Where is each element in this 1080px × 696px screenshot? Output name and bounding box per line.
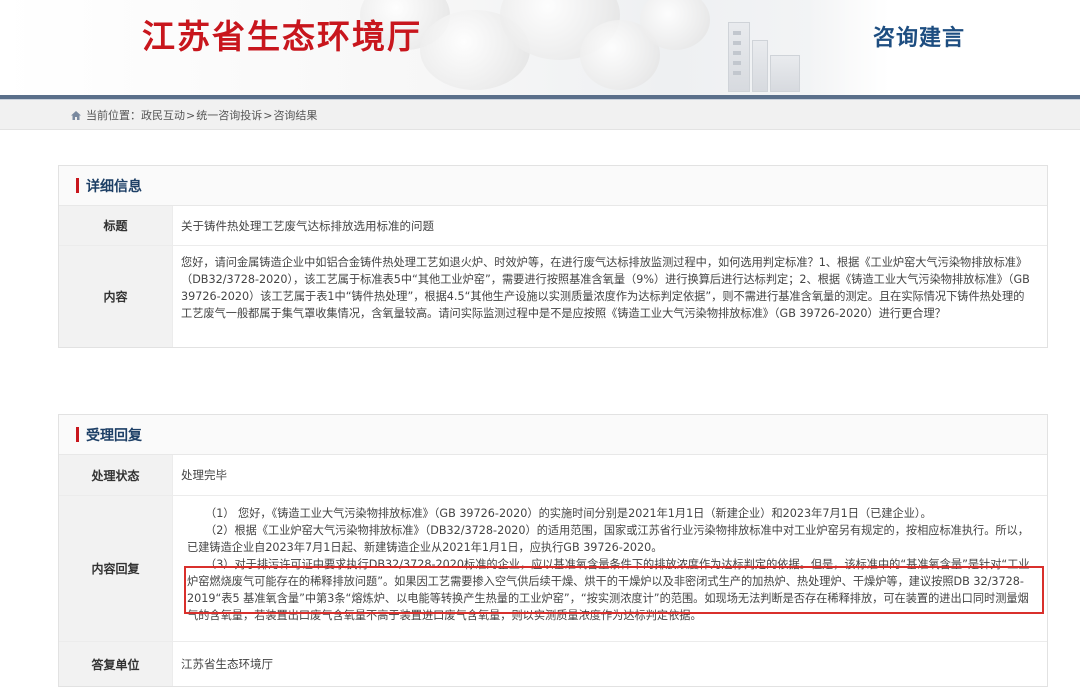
detail-panel-header: 详细信息	[59, 166, 1047, 206]
home-icon	[71, 110, 81, 120]
detail-title-row: 标题 关于铸件热处理工艺废气达标排放选用标准的问题	[59, 206, 1047, 246]
breadcrumb-item-result[interactable]: 咨询结果	[273, 107, 317, 123]
section-marker	[76, 427, 79, 442]
section-marker	[76, 178, 79, 193]
reply-unit-row: 答复单位 江苏省生态环境厅	[59, 642, 1047, 686]
content-label: 内容	[59, 246, 173, 347]
detail-heading: 详细信息	[86, 178, 142, 195]
header-banner: 江苏省生态环境厅 咨询建言	[0, 0, 1080, 95]
site-title[interactable]: 江苏省生态环境厅	[142, 10, 422, 58]
reply-paragraph: （3）对于排污许可证中要求执行DB32/3728-2020标准的企业，应以基准氧…	[187, 558, 1030, 622]
title-label: 标题	[59, 206, 173, 245]
reply-status-row: 处理状态 处理完毕	[59, 455, 1047, 496]
breadcrumb-item-consult[interactable]: 统一咨询投诉	[196, 107, 262, 123]
breadcrumb-separator: >	[186, 108, 196, 122]
building-decoration	[752, 40, 768, 92]
breadcrumb-item-interaction[interactable]: 政民互动	[141, 107, 185, 123]
reply-panel-header: 受理回复	[59, 415, 1047, 455]
section-name: 咨询建言	[873, 26, 966, 51]
detail-panel: 详细信息 标题 关于铸件热处理工艺废气达标排放选用标准的问题 内容 您好，请问金…	[58, 165, 1048, 348]
title-value: 关于铸件热处理工艺废气达标排放选用标准的问题	[181, 218, 434, 233]
reply-paragraph: （2）根据《工业炉窑大气污染物排放标准》（DB32/3728-2020）的适用范…	[187, 524, 1029, 554]
status-value: 处理完毕	[181, 468, 227, 482]
breadcrumb-prefix: 当前位置：	[86, 109, 141, 122]
reply-content-value: （1） 您好，《铸造工业大气污染物排放标准》（GB 39726-2020）的实施…	[173, 496, 1047, 641]
reply-paragraph: （1） 您好，《铸造工业大气污染物排放标准》（GB 39726-2020）的实施…	[205, 507, 932, 520]
content-value: 您好，请问金属铸造企业中如铝合金铸件热处理工艺如退火炉、时效炉等，在进行废气达标…	[181, 256, 1030, 320]
breadcrumb: 当前位置： 政民互动 > 统一咨询投诉 > 咨询结果	[70, 107, 317, 123]
reply-content-label: 内容回复	[59, 496, 173, 641]
status-label: 处理状态	[59, 455, 173, 495]
unit-label: 答复单位	[59, 642, 173, 686]
building-decoration	[728, 22, 750, 92]
detail-content-row: 内容 您好，请问金属铸造企业中如铝合金铸件热处理工艺如退火炉、时效炉等，在进行废…	[59, 246, 1047, 347]
building-decoration	[770, 55, 800, 92]
reply-content-row: 内容回复 （1） 您好，《铸造工业大气污染物排放标准》（GB 39726-202…	[59, 496, 1047, 642]
breadcrumb-separator: >	[263, 108, 273, 122]
unit-value: 江苏省生态环境厅	[181, 657, 273, 671]
reply-heading: 受理回复	[86, 427, 142, 444]
reply-panel: 受理回复 处理状态 处理完毕 内容回复 （1） 您好，《铸造工业大气污染物排放标…	[58, 414, 1048, 687]
